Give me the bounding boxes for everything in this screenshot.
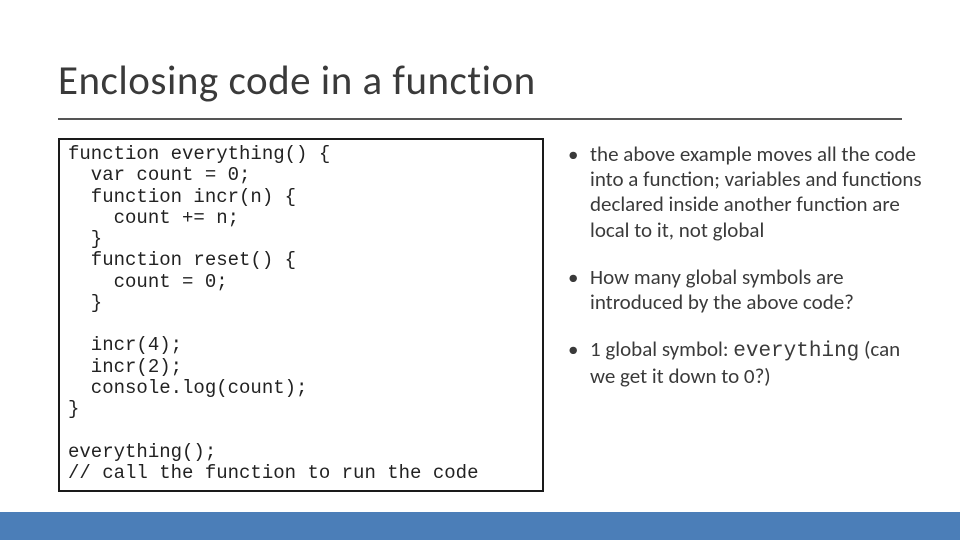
bullet-dot-icon: • xyxy=(568,142,590,243)
slide-title: Enclosing code in a function xyxy=(58,56,536,106)
code-block: function everything() { var count = 0; f… xyxy=(58,138,544,492)
title-underline xyxy=(58,118,902,120)
slide: Enclosing code in a function function ev… xyxy=(0,0,960,540)
footer-bar xyxy=(0,512,960,540)
list-item: • 1 global symbol: everything (can we ge… xyxy=(568,337,928,389)
bullet-text: 1 global symbol: everything (can we get … xyxy=(590,337,928,389)
bullet-list: • the above example moves all the code i… xyxy=(568,142,928,412)
bullet-text: the above example moves all the code int… xyxy=(590,142,928,243)
list-item: • the above example moves all the code i… xyxy=(568,142,928,243)
list-item: • How many global symbols are introduced… xyxy=(568,265,928,315)
bullet-dot-icon: • xyxy=(568,265,590,315)
bullet-text: How many global symbols are introduced b… xyxy=(590,265,928,315)
code-text: function everything() { var count = 0; f… xyxy=(68,144,534,484)
bullet-text-code: everything xyxy=(733,340,859,363)
bullet-dot-icon: • xyxy=(568,337,590,389)
bullet-text-pre: 1 global symbol: xyxy=(590,336,733,362)
